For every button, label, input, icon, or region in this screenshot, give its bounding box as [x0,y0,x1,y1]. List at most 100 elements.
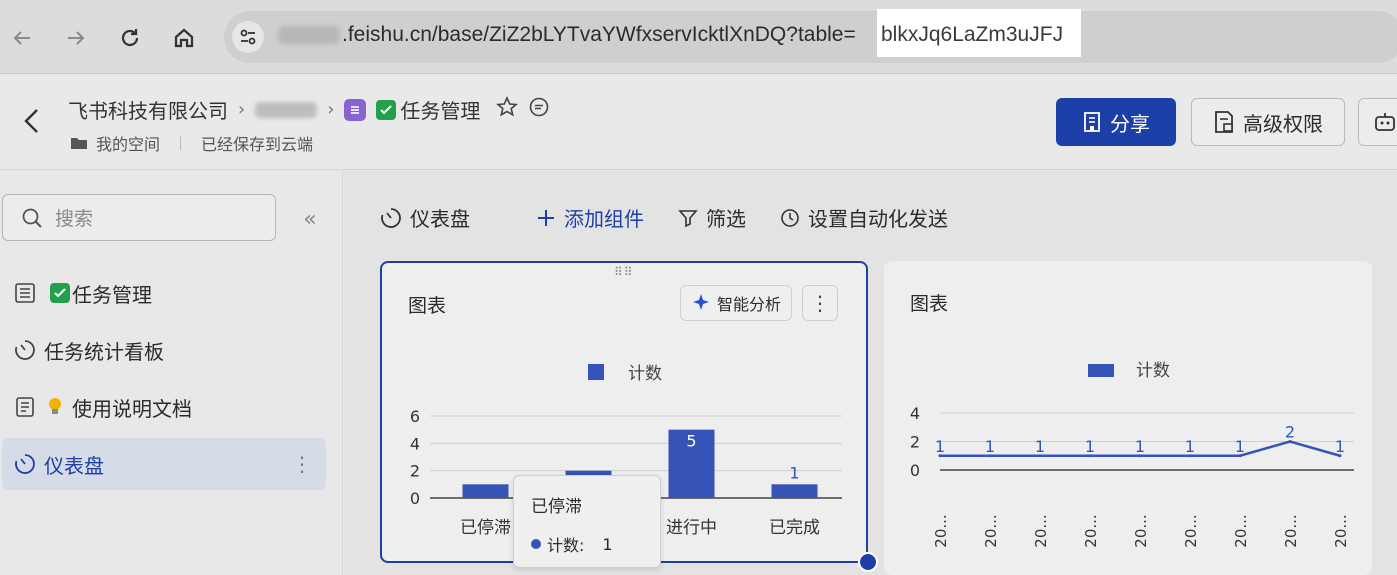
chevron-right-icon: › [238,99,246,120]
sidebar-item-dashboard[interactable]: 仪表盘 ⋮ [2,438,326,490]
x-tick-label: 20... [1332,514,1350,547]
auto-send-label: 设置自动化发送 [808,207,948,231]
data-label: 1 [1335,437,1345,456]
lightbulb-icon [49,398,61,414]
chart-tooltip: 已停滞 计数: 1 [513,475,661,568]
data-label: 1 [935,437,945,456]
address-bar[interactable]: .feishu.cn/base/ZiZ2bLYTvaYWfxservIcktlX… [224,11,1397,63]
browser-toolbar: .feishu.cn/base/ZiZ2bLYTvaYWfxservIcktlX… [0,0,1397,74]
data-label: 5 [686,432,696,451]
dashboard-icon [15,454,35,474]
x-tick-label: 20... [1282,514,1300,547]
filter-button[interactable]: 筛选 [678,203,746,232]
add-component-button[interactable]: 添加组件 [536,203,644,232]
forward-arrow-icon[interactable] [60,22,92,54]
dashboard-title: 仪表盘 [380,203,470,232]
tooltip-title: 已停滞 [531,497,582,517]
y-tick-label: 4 [910,404,920,423]
advanced-permission-button[interactable]: 高级权限 [1191,98,1345,146]
plus-icon [538,209,554,226]
search-placeholder: 搜索 [55,208,94,230]
sidebar-search-input[interactable]: 搜索 [2,194,276,241]
more-vertical-icon[interactable]: ⋮ [292,452,312,476]
chart-card-line[interactable]: 图表 计数 0 2 4 1 20... 1 20... 1 20... 1 20... 1 20... 1 2… [884,261,1372,575]
url-table-id: blkxJq6LaZm3uJFJ [881,23,1064,46]
doc-title[interactable]: 任务管理 [376,95,480,124]
sidebar-item-label: 任务管理 [72,282,152,307]
permission-label: 高级权限 [1243,111,1323,136]
chart-card-bar[interactable]: ⠿⠿ 图表 智能分析 ⋮ 计数0246已停滞待开始进行中5已完成1 已停滞 计数… [380,261,868,568]
legend-label: 计数 [628,364,662,384]
bar [462,484,509,498]
star-icon[interactable] [496,96,519,123]
sidebar-item-label: 任务统计看板 [44,339,164,364]
check-emoji-icon [50,283,70,303]
bot-button[interactable] [1358,98,1397,146]
x-tick-label: 20... [1232,514,1250,547]
filter-label: 筛选 [706,207,746,231]
tooltip-series: 计数: [547,536,585,555]
table-icon [15,283,35,303]
save-status: 已经保存到云端 [201,135,314,154]
legend-label: 计数 [1136,361,1170,381]
home-icon[interactable] [168,22,200,54]
y-tick-label: 0 [410,489,420,508]
doc-title-text: 任务管理 [400,99,481,123]
add-component-label: 添加组件 [564,207,644,231]
dashboard-icon [15,340,35,360]
data-label: 1 [985,437,995,456]
x-tick-label: 20... [982,514,1000,547]
data-label: 2 [1285,423,1295,442]
document-header: 飞书科技有限公司 › › 任务管理 我的空间 已经保存到云端 分享 高级权限 [0,75,1397,170]
url-text: .feishu.cn/base/ZiZ2bLYTvaYWfxservIcktlX… [278,23,856,47]
breadcrumb: 飞书科技有限公司 › › 任务管理 [68,95,550,124]
data-label: 1 [1185,437,1195,456]
url-path: .feishu.cn/base/ZiZ2bLYTvaYWfxservIcktlX… [342,23,856,46]
collapse-sidebar-icon[interactable]: « [296,205,324,233]
data-label: 1 [1235,437,1245,456]
share-label: 分享 [1110,111,1150,136]
x-tick-label: 进行中 [666,518,717,538]
breadcrumb-blurred-folder[interactable] [255,101,318,118]
y-tick-label: 6 [410,407,420,426]
line-chart: 计数024120...120...120...120...120...120..… [910,361,1354,548]
share-button[interactable]: 分享 [1056,98,1176,146]
x-tick-label: 20... [932,514,950,547]
bar [771,484,818,498]
x-tick-label: 20... [1082,514,1100,547]
location-label[interactable]: 我的空间 [96,131,160,155]
reload-icon[interactable] [114,22,146,54]
auto-send-button[interactable]: 设置自动化发送 [780,203,948,232]
sidebar-item-usage-doc[interactable]: 使用说明文档 [2,381,326,433]
back-arrow-icon[interactable] [6,22,38,54]
series-dot [531,539,541,549]
tooltip-row: 计数: 1 [531,532,613,556]
folder-icon [71,138,87,149]
back-chevron-icon[interactable] [16,105,48,137]
sidebar-item-task-management[interactable]: 任务管理 [2,267,326,319]
data-label: 1 [1135,437,1145,456]
url-table-id-highlight[interactable]: blkxJq6LaZm3uJFJ [877,9,1081,57]
legend-swatch [1088,364,1114,377]
site-info-icon[interactable] [232,21,264,53]
data-label: 1 [789,463,799,482]
dashboard-title-text: 仪表盘 [410,207,470,231]
tooltip-value: 1 [602,534,613,554]
y-tick-label: 2 [410,462,420,481]
legend-swatch [588,364,604,380]
sidebar-item-label: 使用说明文档 [72,396,192,421]
sidebar: 搜索 « 任务管理 任务统计看板 使用说明文档 仪表盘 ⋮ [0,171,343,575]
blurred-subdomain [278,26,340,45]
sidebar-item-task-stats-board[interactable]: 任务统计看板 [2,324,326,376]
x-tick-label: 已完成 [769,518,820,538]
bitable-icon [344,98,367,121]
search-icon [22,208,42,228]
comment-icon[interactable] [528,96,550,123]
permission-doc-icon [1215,111,1233,133]
document-icon [16,397,34,417]
resize-handle[interactable] [858,552,878,572]
divider [180,136,182,150]
data-label: 1 [1085,437,1095,456]
breadcrumb-org[interactable]: 飞书科技有限公司 [68,95,228,124]
building-icon [1084,112,1100,132]
